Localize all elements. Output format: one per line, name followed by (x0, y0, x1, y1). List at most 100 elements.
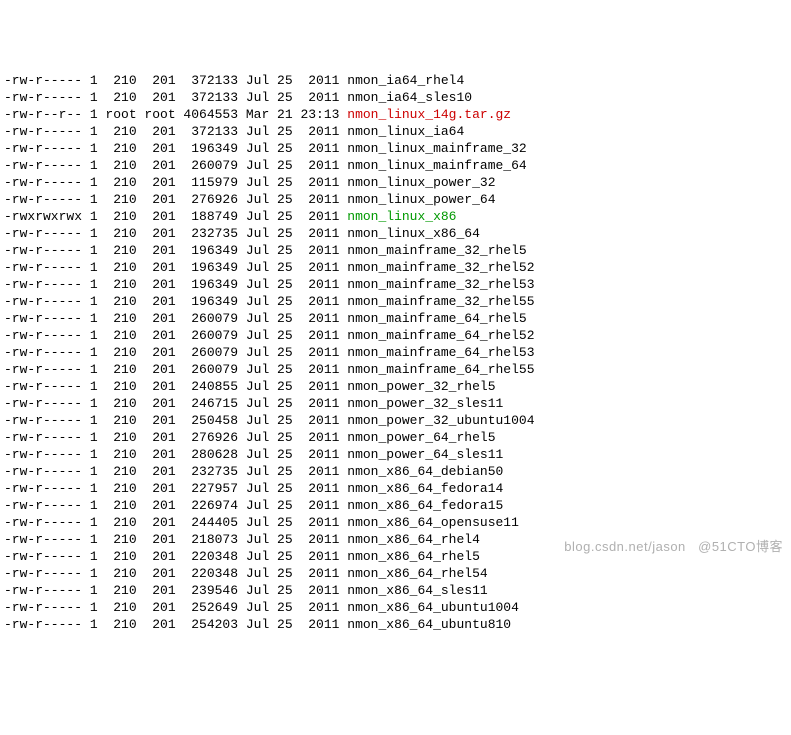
ls-row-meta: -rw-r----- 1 210 201 260079 Jul 25 2011 (4, 345, 347, 360)
ls-row: -rw-r----- 1 210 201 220348 Jul 25 2011 … (4, 548, 787, 565)
ls-row-filename: nmon_x86_64_fedora14 (347, 481, 503, 496)
ls-row: -rw-r----- 1 210 201 276926 Jul 25 2011 … (4, 429, 787, 446)
ls-row-filename: nmon_linux_x86_64 (347, 226, 480, 241)
ls-row-meta: -rw-r----- 1 210 201 372133 Jul 25 2011 (4, 90, 347, 105)
ls-row-filename: nmon_mainframe_32_rhel53 (347, 277, 534, 292)
ls-row-meta: -rw-r----- 1 210 201 196349 Jul 25 2011 (4, 243, 347, 258)
ls-row-filename: nmon_power_32_rhel5 (347, 379, 495, 394)
ls-row: -rw-r----- 1 210 201 240855 Jul 25 2011 … (4, 378, 787, 395)
ls-row: -rw-r----- 1 210 201 196349 Jul 25 2011 … (4, 259, 787, 276)
ls-row-filename: nmon_mainframe_64_rhel52 (347, 328, 534, 343)
ls-row-filename: nmon_ia64_rhel4 (347, 73, 464, 88)
ls-row: -rw-r----- 1 210 201 276926 Jul 25 2011 … (4, 191, 787, 208)
ls-row-meta: -rw-r----- 1 210 201 252649 Jul 25 2011 (4, 600, 347, 615)
ls-row: -rw-r----- 1 210 201 372133 Jul 25 2011 … (4, 72, 787, 89)
ls-row-meta: -rw-r----- 1 210 201 260079 Jul 25 2011 (4, 362, 347, 377)
ls-row-filename: nmon_linux_power_64 (347, 192, 495, 207)
ls-row-filename: nmon_x86_64_rhel5 (347, 549, 480, 564)
ls-row-filename: nmon_mainframe_64_rhel55 (347, 362, 534, 377)
ls-row-filename: nmon_x86_64_rhel4 (347, 532, 480, 547)
ls-row-meta: -rw-r----- 1 210 201 227957 Jul 25 2011 (4, 481, 347, 496)
ls-row-filename: nmon_mainframe_32_rhel55 (347, 294, 534, 309)
ls-row-meta: -rw-r----- 1 210 201 226974 Jul 25 2011 (4, 498, 347, 513)
ls-row-meta: -rw-r----- 1 210 201 115979 Jul 25 2011 (4, 175, 347, 190)
ls-row-filename: nmon_linux_power_32 (347, 175, 495, 190)
ls-row-meta: -rw-r----- 1 210 201 232735 Jul 25 2011 (4, 226, 347, 241)
ls-row-filename: nmon_x86_64_rhel54 (347, 566, 487, 581)
ls-row-filename: nmon_linux_14g.tar.gz (347, 107, 511, 122)
ls-row-meta: -rwxrwxrwx 1 210 201 188749 Jul 25 2011 (4, 209, 347, 224)
ls-row-meta: -rw-r----- 1 210 201 260079 Jul 25 2011 (4, 158, 347, 173)
ls-row: -rw-r----- 1 210 201 218073 Jul 25 2011 … (4, 531, 787, 548)
ls-row-meta: -rw-r----- 1 210 201 276926 Jul 25 2011 (4, 430, 347, 445)
ls-row-meta: -rw-r----- 1 210 201 240855 Jul 25 2011 (4, 379, 347, 394)
ls-row: -rw-r----- 1 210 201 244405 Jul 25 2011 … (4, 514, 787, 531)
ls-row: -rw-r----- 1 210 201 254203 Jul 25 2011 … (4, 616, 787, 633)
ls-row-filename: nmon_power_32_sles11 (347, 396, 503, 411)
ls-row-filename: nmon_ia64_sles10 (347, 90, 472, 105)
ls-row-meta: -rw-r----- 1 210 201 239546 Jul 25 2011 (4, 583, 347, 598)
ls-row: -rw-r----- 1 210 201 232735 Jul 25 2011 … (4, 225, 787, 242)
ls-row: -rw-r----- 1 210 201 250458 Jul 25 2011 … (4, 412, 787, 429)
ls-row-filename: nmon_mainframe_32_rhel5 (347, 243, 526, 258)
ls-row-meta: -rw-r----- 1 210 201 280628 Jul 25 2011 (4, 447, 347, 462)
ls-row-meta: -rw-r----- 1 210 201 372133 Jul 25 2011 (4, 124, 347, 139)
ls-row: -rw-r----- 1 210 201 232735 Jul 25 2011 … (4, 463, 787, 480)
ls-row: -rwxrwxrwx 1 210 201 188749 Jul 25 2011 … (4, 208, 787, 225)
ls-row: -rw-r----- 1 210 201 196349 Jul 25 2011 … (4, 293, 787, 310)
ls-row-filename: nmon_x86_64_debian50 (347, 464, 503, 479)
ls-row: -rw-r----- 1 210 201 226974 Jul 25 2011 … (4, 497, 787, 514)
ls-row-meta: -rw-r----- 1 210 201 250458 Jul 25 2011 (4, 413, 347, 428)
ls-row: -rw-r----- 1 210 201 115979 Jul 25 2011 … (4, 174, 787, 191)
ls-row-filename: nmon_power_64_sles11 (347, 447, 503, 462)
ls-row-meta: -rw-r----- 1 210 201 260079 Jul 25 2011 (4, 311, 347, 326)
ls-row-meta: -rw-r----- 1 210 201 246715 Jul 25 2011 (4, 396, 347, 411)
ls-row: -rw-r----- 1 210 201 220348 Jul 25 2011 … (4, 565, 787, 582)
ls-row-meta: -rw-r----- 1 210 201 196349 Jul 25 2011 (4, 277, 347, 292)
ls-row: -rw-r----- 1 210 201 252649 Jul 25 2011 … (4, 599, 787, 616)
ls-row-meta: -rw-r----- 1 210 201 244405 Jul 25 2011 (4, 515, 347, 530)
terminal-output: -rw-r----- 1 210 201 372133 Jul 25 2011 … (4, 72, 787, 633)
ls-row-meta: -rw-r----- 1 210 201 254203 Jul 25 2011 (4, 617, 347, 632)
ls-row: -rw-r----- 1 210 201 260079 Jul 25 2011 … (4, 344, 787, 361)
ls-row-filename: nmon_x86_64_ubuntu810 (347, 617, 511, 632)
ls-row-meta: -rw-r----- 1 210 201 232735 Jul 25 2011 (4, 464, 347, 479)
ls-row: -rw-r----- 1 210 201 196349 Jul 25 2011 … (4, 140, 787, 157)
ls-row-meta: -rw-r----- 1 210 201 372133 Jul 25 2011 (4, 73, 347, 88)
ls-row: -rw-r----- 1 210 201 260079 Jul 25 2011 … (4, 310, 787, 327)
ls-row-meta: -rw-r----- 1 210 201 220348 Jul 25 2011 (4, 566, 347, 581)
ls-row-filename: nmon_power_32_ubuntu1004 (347, 413, 534, 428)
ls-row: -rw-r----- 1 210 201 280628 Jul 25 2011 … (4, 446, 787, 463)
ls-row-meta: -rw-r----- 1 210 201 260079 Jul 25 2011 (4, 328, 347, 343)
ls-row: -rw-r----- 1 210 201 372133 Jul 25 2011 … (4, 89, 787, 106)
ls-row: -rw-r----- 1 210 201 227957 Jul 25 2011 … (4, 480, 787, 497)
ls-row-filename: nmon_power_64_rhel5 (347, 430, 495, 445)
ls-row-meta: -rw-r----- 1 210 201 196349 Jul 25 2011 (4, 260, 347, 275)
ls-row: -rw-r----- 1 210 201 260079 Jul 25 2011 … (4, 361, 787, 378)
ls-row: -rw-r----- 1 210 201 196349 Jul 25 2011 … (4, 242, 787, 259)
ls-row-meta: -rw-r----- 1 210 201 220348 Jul 25 2011 (4, 549, 347, 564)
ls-row-meta: -rw-r----- 1 210 201 276926 Jul 25 2011 (4, 192, 347, 207)
ls-row-filename: nmon_mainframe_64_rhel5 (347, 311, 526, 326)
ls-row-filename: nmon_linux_x86 (347, 209, 456, 224)
ls-row-filename: nmon_mainframe_32_rhel52 (347, 260, 534, 275)
ls-row: -rw-r----- 1 210 201 246715 Jul 25 2011 … (4, 395, 787, 412)
ls-row-filename: nmon_mainframe_64_rhel53 (347, 345, 534, 360)
ls-row-filename: nmon_x86_64_ubuntu1004 (347, 600, 519, 615)
ls-row-meta: -rw-r----- 1 210 201 196349 Jul 25 2011 (4, 141, 347, 156)
ls-row: -rw-r----- 1 210 201 260079 Jul 25 2011 … (4, 157, 787, 174)
ls-row: -rw-r----- 1 210 201 239546 Jul 25 2011 … (4, 582, 787, 599)
ls-row-filename: nmon_linux_mainframe_64 (347, 158, 526, 173)
ls-row: -rw-r----- 1 210 201 196349 Jul 25 2011 … (4, 276, 787, 293)
ls-row-meta: -rw-r----- 1 210 201 196349 Jul 25 2011 (4, 294, 347, 309)
ls-row-filename: nmon_x86_64_opensuse11 (347, 515, 519, 530)
ls-row-filename: nmon_linux_ia64 (347, 124, 464, 139)
ls-row: -rw-r----- 1 210 201 260079 Jul 25 2011 … (4, 327, 787, 344)
ls-row-filename: nmon_x86_64_fedora15 (347, 498, 503, 513)
ls-row-meta: -rw-r----- 1 210 201 218073 Jul 25 2011 (4, 532, 347, 547)
ls-row-filename: nmon_linux_mainframe_32 (347, 141, 526, 156)
ls-row: -rw-r----- 1 210 201 372133 Jul 25 2011 … (4, 123, 787, 140)
ls-row-filename: nmon_x86_64_sles11 (347, 583, 487, 598)
ls-row-meta: -rw-r--r-- 1 root root 4064553 Mar 21 23… (4, 107, 347, 122)
ls-row: -rw-r--r-- 1 root root 4064553 Mar 21 23… (4, 106, 787, 123)
